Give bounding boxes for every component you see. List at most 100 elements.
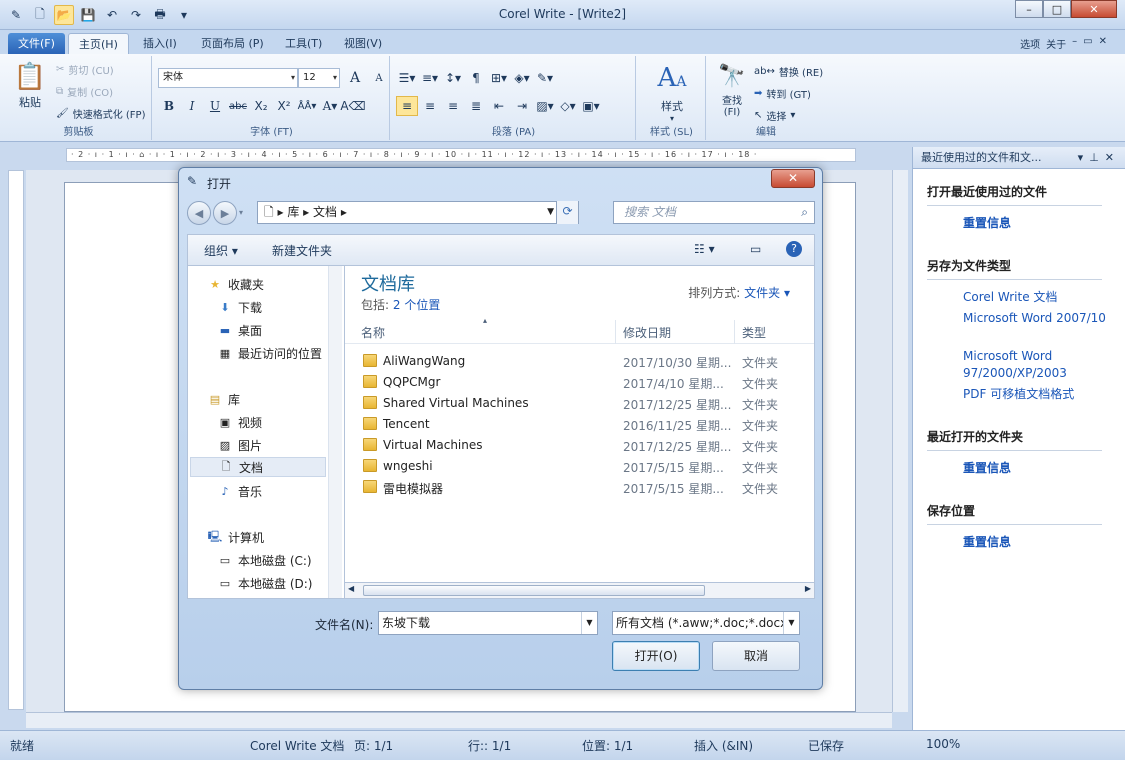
nav-computer[interactable]: 🖳 计算机 bbox=[208, 527, 264, 547]
help-icon[interactable]: ? bbox=[786, 241, 802, 257]
font-color-icon[interactable]: A▾ bbox=[319, 96, 341, 116]
dialog-close-button[interactable]: ✕ bbox=[771, 169, 815, 188]
maximize-button[interactable]: □ bbox=[1043, 0, 1071, 18]
nav-recent-places[interactable]: ▦ 最近访问的位置 bbox=[218, 343, 322, 363]
forward-icon[interactable]: ▶ bbox=[213, 201, 237, 225]
includes-locations-link[interactable]: 2 个位置 bbox=[393, 298, 440, 312]
status-zoom[interactable]: 100% bbox=[926, 737, 960, 751]
subscript-icon[interactable]: X₂ bbox=[250, 96, 272, 116]
vertical-ruler[interactable] bbox=[8, 170, 24, 710]
picture-icon[interactable]: ▣▾ bbox=[580, 96, 602, 116]
column-divider[interactable] bbox=[615, 320, 616, 344]
file-row[interactable]: wngeshi 2017/5/15 星期... 文件夹 bbox=[345, 457, 814, 478]
highlight-icon[interactable]: ✎▾ bbox=[534, 68, 556, 88]
align-right-icon[interactable]: ≡ bbox=[442, 96, 464, 116]
align-center-icon[interactable]: ≡ bbox=[419, 96, 441, 116]
select-button[interactable]: ↖ 选择 ▾ bbox=[754, 108, 795, 123]
reset-info-link[interactable]: 重置信息 bbox=[963, 534, 1113, 551]
file-row[interactable]: Shared Virtual Machines 2017/12/25 星期... 文… bbox=[345, 394, 814, 415]
arrange-by-dropdown[interactable]: 文件夹 ▾ bbox=[744, 286, 790, 300]
align-left-icon[interactable]: ≡ bbox=[396, 96, 418, 116]
nav-desktop[interactable]: ▬ 桌面 bbox=[218, 320, 262, 340]
restore-icon[interactable]: ▭ bbox=[1083, 36, 1092, 51]
nav-drive-d[interactable]: ▭ 本地磁盘 (D:) bbox=[218, 573, 313, 593]
scroll-left-icon[interactable]: ◀ bbox=[348, 584, 354, 593]
pilcrow-icon[interactable]: ¶ bbox=[465, 68, 487, 88]
increase-indent-icon[interactable]: ⇥ bbox=[511, 96, 533, 116]
italic-icon[interactable]: I bbox=[181, 96, 203, 116]
column-header-name[interactable]: 名称 bbox=[361, 324, 385, 341]
goto-button[interactable]: ➡ 转到 (GT) bbox=[754, 86, 811, 101]
navigation-scrollbar[interactable] bbox=[328, 266, 342, 598]
file-row[interactable]: AliWangWang 2017/10/30 星期... 文件夹 bbox=[345, 352, 814, 373]
save-as-corel-write-link[interactable]: Corel Write 文档 bbox=[963, 289, 1113, 306]
find-button[interactable]: 🔭 查找 (FI) bbox=[712, 62, 752, 118]
search-input[interactable]: 搜索 文档 ⌕ bbox=[613, 201, 815, 224]
scroll-right-icon[interactable]: ▶ bbox=[805, 584, 811, 593]
reset-info-link[interactable]: 重置信息 bbox=[963, 460, 1113, 477]
file-row[interactable]: Virtual Machines 2017/12/25 星期... 文件夹 bbox=[345, 436, 814, 457]
nav-videos[interactable]: ▣ 视频 bbox=[218, 412, 262, 432]
column-header-date[interactable]: 修改日期 bbox=[623, 324, 671, 341]
superscript-icon[interactable]: X² bbox=[273, 96, 295, 116]
nav-downloads[interactable]: ⬇ 下载 bbox=[218, 297, 262, 317]
decrease-indent-icon[interactable]: ⇤ bbox=[488, 96, 510, 116]
nav-documents[interactable]: 🗋 文档 bbox=[190, 457, 326, 477]
tab-insert[interactable]: 插入(I) bbox=[133, 33, 187, 54]
chevron-down-icon[interactable]: ▼ bbox=[581, 612, 597, 634]
borders-icon[interactable]: ⊞▾ bbox=[488, 68, 510, 88]
minimize-ribbon-icon[interactable]: – bbox=[1072, 36, 1077, 51]
filetype-select[interactable]: 所有文档 (*.aww;*.doc;*.docx; ▼ bbox=[612, 611, 800, 635]
file-row[interactable]: 雷电模拟器 2017/5/15 星期... 文件夹 bbox=[345, 478, 814, 499]
scrollbar-thumb[interactable] bbox=[363, 585, 705, 596]
shading-icon[interactable]: ◈▾ bbox=[511, 68, 533, 88]
tab-view[interactable]: 视图(V) bbox=[334, 33, 392, 54]
underline-icon[interactable]: U bbox=[204, 96, 226, 116]
preview-pane-icon[interactable]: ▭ bbox=[750, 242, 761, 256]
cancel-button[interactable]: 取消 bbox=[712, 641, 800, 671]
bullets-icon[interactable]: ☰▾ bbox=[396, 68, 418, 88]
paste-button[interactable]: 📋 粘贴 bbox=[12, 60, 48, 110]
new-folder-button[interactable]: 新建文件夹 bbox=[272, 242, 332, 259]
nav-favorites[interactable]: ★ 收藏夹 bbox=[208, 274, 264, 294]
save-as-pdf-link[interactable]: PDF 可移植文档格式 bbox=[963, 386, 1113, 403]
status-insert-mode[interactable]: 插入 (&IN) bbox=[694, 737, 753, 754]
about-link[interactable]: 关于 bbox=[1046, 36, 1066, 51]
address-bar[interactable]: 🗋 ▸ 库 ▸ 文档 ▸ ▼ ⟳ bbox=[257, 201, 579, 224]
view-options-icon[interactable]: ☷ ▾ bbox=[694, 242, 715, 256]
reset-info-link[interactable]: 重置信息 bbox=[963, 215, 1113, 232]
nav-drive-c[interactable]: ▭ 本地磁盘 (C:) bbox=[218, 550, 312, 570]
tab-tools[interactable]: 工具(T) bbox=[275, 33, 332, 54]
tab-home[interactable]: 主页(H) bbox=[68, 33, 129, 54]
font-size-combo[interactable]: 12 ▾ bbox=[298, 68, 340, 88]
nav-pictures[interactable]: ▨ 图片 bbox=[218, 435, 262, 455]
column-header-type[interactable]: 类型 bbox=[742, 324, 766, 341]
filename-input[interactable]: 东坡下载 ▼ bbox=[378, 611, 598, 635]
cut-button[interactable]: ✂ 剪切 (CU) bbox=[56, 62, 114, 77]
format-painter-button[interactable]: 🖌 快速格式化 (FP) bbox=[56, 106, 145, 121]
tab-file[interactable]: 文件(F) bbox=[8, 33, 65, 54]
strikethrough-icon[interactable]: abc bbox=[227, 96, 249, 116]
minimize-button[interactable]: – bbox=[1015, 0, 1043, 18]
close-button[interactable]: ✕ bbox=[1071, 0, 1117, 18]
breadcrumb-libraries[interactable]: 库 bbox=[287, 205, 299, 219]
open-button[interactable]: 打开(O) bbox=[612, 641, 700, 671]
history-dropdown-icon[interactable]: ▾ bbox=[239, 201, 243, 225]
file-row[interactable]: QQPCMgr 2017/4/10 星期... 文件夹 bbox=[345, 373, 814, 394]
copy-button[interactable]: ⧉ 复制 (CO) bbox=[56, 84, 113, 99]
font-name-combo[interactable]: 宋体 ▾ bbox=[158, 68, 298, 88]
file-list-horizontal-scrollbar[interactable]: ◀ ▶ bbox=[344, 582, 815, 599]
column-divider[interactable] bbox=[734, 320, 735, 344]
back-icon[interactable]: ◀ bbox=[187, 201, 211, 225]
chevron-down-icon[interactable]: ▼ bbox=[783, 612, 799, 634]
line-spacing-icon[interactable]: ↕▾ bbox=[442, 68, 464, 88]
file-row[interactable]: Tencent 2016/11/25 星期... 文件夹 bbox=[345, 415, 814, 436]
clear-format-icon[interactable]: A⌫ bbox=[340, 96, 365, 116]
bold-icon[interactable]: B bbox=[158, 96, 180, 116]
grow-font-icon[interactable]: A bbox=[344, 68, 366, 88]
fill-color-icon[interactable]: ◇▾ bbox=[557, 96, 579, 116]
options-link[interactable]: 选项 bbox=[1020, 36, 1040, 51]
text-effects-icon[interactable]: ÅÅ▾ bbox=[296, 96, 318, 116]
replace-button[interactable]: ab↔ 替换 (RE) bbox=[754, 64, 823, 79]
save-as-word-97-link[interactable]: Microsoft Word 97/2000/XP/2003 bbox=[963, 348, 1113, 382]
